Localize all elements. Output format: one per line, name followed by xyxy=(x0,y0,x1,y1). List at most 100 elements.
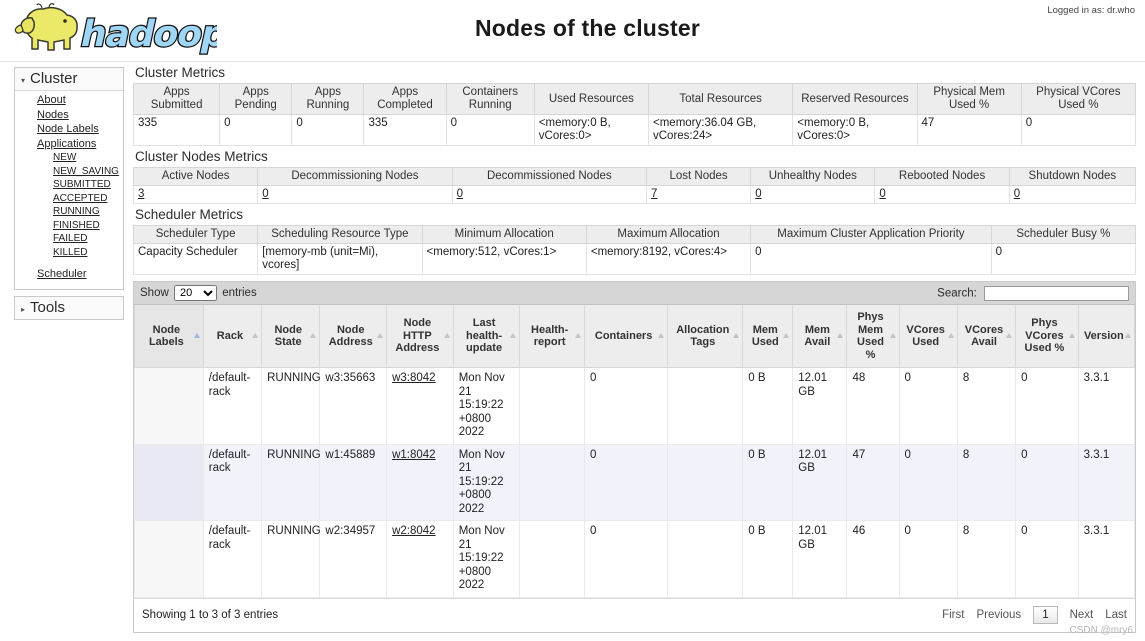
sidebar-item-node-labels[interactable]: Node Labels xyxy=(15,123,123,138)
val-decommissioning-nodes[interactable]: 0 xyxy=(262,188,268,200)
sort-icon xyxy=(252,333,259,338)
yarn-nodes-page: Logged in as: dr.who hadoop Nodes of the xyxy=(0,0,1145,641)
show-label: Show xyxy=(140,287,169,299)
cell-node-http-address-link[interactable]: w1:8042 xyxy=(392,449,435,461)
val-unhealthy-nodes[interactable]: 0 xyxy=(755,188,761,200)
caret-right-icon: ▸ xyxy=(21,304,26,314)
sidebar-item-app-killed[interactable]: KILLED xyxy=(15,247,123,261)
val-maximum-allocation: <memory:8192, vCores:4> xyxy=(585,243,752,275)
sidebar-item-app-accepted[interactable]: ACCEPTED xyxy=(15,193,123,207)
col-scheduler-type: Scheduler Type xyxy=(132,225,259,244)
col-last-health-update[interactable]: Last health-update xyxy=(452,305,521,368)
table-row: /default-rack RUNNING w2:34957 w2:8042 M… xyxy=(134,520,1136,598)
pagination-previous[interactable]: Previous xyxy=(976,609,1021,621)
table-row: /default-rack RUNNING w3:35663 w3:8042 M… xyxy=(134,367,1136,445)
table-row: 335 0 0 335 0 <memory:0 B, vCores:0> <me… xyxy=(132,114,1137,146)
watermark: CSDN @mry6 xyxy=(1069,625,1134,636)
pagination-page-1[interactable]: 1 xyxy=(1033,605,1058,624)
col-containers[interactable]: Containers xyxy=(583,305,669,368)
col-node-state[interactable]: Node State xyxy=(261,305,321,368)
col-label: Health-report xyxy=(531,323,569,349)
col-node-address[interactable]: Node Address xyxy=(319,305,388,368)
sidebar-group-tools-header[interactable]: ▸ Tools xyxy=(15,296,123,319)
val-decommissioned-nodes[interactable]: 0 xyxy=(457,188,463,200)
page-length-select[interactable]: 20 40 60 80 100 xyxy=(173,285,217,301)
cell-health-report xyxy=(519,520,585,598)
col-apps-running: Apps Running xyxy=(291,83,365,115)
pagination-last[interactable]: Last xyxy=(1105,609,1127,621)
cell-last-health-update: Mon Nov 21 15:19:22 +0800 2022 xyxy=(452,520,521,598)
col-label: Mem Avail xyxy=(804,323,831,349)
val-physical-mem-used-pct: 47 xyxy=(916,114,1022,146)
sidebar-group-cluster-header[interactable]: ▾ Cluster xyxy=(15,68,123,91)
cell-node-http-address-link[interactable]: w2:8042 xyxy=(392,525,435,537)
sidebar-item-applications[interactable]: Applications xyxy=(15,138,123,153)
cluster-metrics-title: Cluster Metrics xyxy=(135,65,226,80)
sidebar-item-app-new-saving[interactable]: NEW_SAVING xyxy=(15,166,123,180)
val-containers-running: 0 xyxy=(445,114,535,146)
table-header-row: Scheduler Type Scheduling Resource Type … xyxy=(132,225,1137,244)
val-shutdown-nodes[interactable]: 0 xyxy=(1014,188,1020,200)
cell-node-http-address-link[interactable]: w3:8042 xyxy=(392,372,435,384)
sidebar-group-tools-label: Tools xyxy=(30,298,66,316)
cell-rack: /default-rack xyxy=(202,520,263,598)
col-label: Containers xyxy=(594,329,653,342)
cell-version: 3.3.1 xyxy=(1077,367,1136,445)
col-label: Rack xyxy=(216,329,244,342)
pagination-first[interactable]: First xyxy=(942,609,964,621)
col-decommissioned-nodes: Decommissioned Nodes xyxy=(451,167,647,186)
sort-icon xyxy=(947,333,954,338)
sidebar-item-nodes[interactable]: Nodes xyxy=(15,109,123,124)
cell-phys-vcores-used-pct: 0 xyxy=(1015,367,1079,445)
sort-icon xyxy=(837,333,844,338)
sidebar-group-tools: ▸ Tools xyxy=(14,295,124,320)
cell-phys-vcores-used-pct: 0 xyxy=(1015,443,1079,521)
page-title: Nodes of the cluster xyxy=(474,15,701,41)
val-scheduling-resource-type: [memory-mb (unit=Mi), vcores] xyxy=(257,243,423,275)
val-active-nodes[interactable]: 3 xyxy=(138,188,144,200)
sidebar-item-scheduler[interactable]: Scheduler xyxy=(15,268,123,283)
page-length-control: Show 20 40 60 80 100 entries xyxy=(140,285,257,301)
col-scheduler-busy-pct: Scheduler Busy % xyxy=(990,225,1137,244)
col-rack[interactable]: Rack xyxy=(202,305,263,368)
sidebar-item-app-new[interactable]: NEW xyxy=(15,152,123,166)
cell-mem-avail: 12.01 GB xyxy=(792,443,848,521)
search-input[interactable] xyxy=(984,285,1129,301)
col-vcores-avail[interactable]: VCores Avail xyxy=(956,305,1017,368)
cell-mem-avail: 12.01 GB xyxy=(792,367,848,445)
pagination-next[interactable]: Next xyxy=(1070,609,1094,621)
val-physical-vcores-used-pct: 0 xyxy=(1020,114,1137,146)
cell-node-labels xyxy=(134,443,204,521)
col-phys-vcores-used-pct[interactable]: Phys VCores Used % xyxy=(1015,305,1079,368)
cell-node-address: w2:34957 xyxy=(319,520,388,598)
val-rebooted-nodes[interactable]: 0 xyxy=(879,188,885,200)
sort-icon xyxy=(377,333,384,338)
col-allocation-tags[interactable]: Allocation Tags xyxy=(667,305,744,368)
cell-vcores-avail: 8 xyxy=(956,367,1017,445)
col-health-report[interactable]: Health-report xyxy=(519,305,585,368)
main-content: Cluster Metrics Apps Submitted Apps Pend… xyxy=(132,62,1137,633)
sidebar-item-about[interactable]: About xyxy=(15,94,123,109)
col-vcores-used[interactable]: VCores Used xyxy=(898,305,958,368)
col-decommissioning-nodes: Decommissioning Nodes xyxy=(257,167,453,186)
col-node-http-address[interactable]: Node HTTP Address xyxy=(386,305,454,368)
val-total-resources: <memory:36.04 GB, vCores:24> xyxy=(647,114,794,146)
sidebar-cluster-items: About Nodes Node Labels Applications NEW… xyxy=(15,91,123,289)
cluster-metrics-table: Apps Submitted Apps Pending Apps Running… xyxy=(132,83,1137,146)
sidebar-item-app-submitted[interactable]: SUBMITTED xyxy=(15,179,123,193)
cell-vcores-avail: 8 xyxy=(956,520,1017,598)
sidebar-item-app-finished[interactable]: FINISHED xyxy=(15,220,123,234)
sidebar-item-app-running[interactable]: RUNNING xyxy=(15,206,123,220)
col-mem-used[interactable]: Mem Used xyxy=(742,305,794,368)
cell-last-health-update: Mon Nov 21 15:19:22 +0800 2022 xyxy=(452,367,521,445)
col-label: Allocation Tags xyxy=(676,323,730,349)
col-containers-running: Containers Running xyxy=(445,83,535,115)
cell-version: 3.3.1 xyxy=(1077,520,1136,598)
col-version[interactable]: Version xyxy=(1077,305,1136,368)
sidebar-item-app-failed[interactable]: FAILED xyxy=(15,233,123,247)
col-mem-avail[interactable]: Mem Avail xyxy=(792,305,848,368)
val-lost-nodes[interactable]: 7 xyxy=(651,188,657,200)
col-node-labels[interactable]: Node Labels xyxy=(134,305,204,368)
col-scheduling-resource-type: Scheduling Resource Type xyxy=(257,225,423,244)
col-phys-mem-used-pct[interactable]: Phys Mem Used % xyxy=(846,305,900,368)
